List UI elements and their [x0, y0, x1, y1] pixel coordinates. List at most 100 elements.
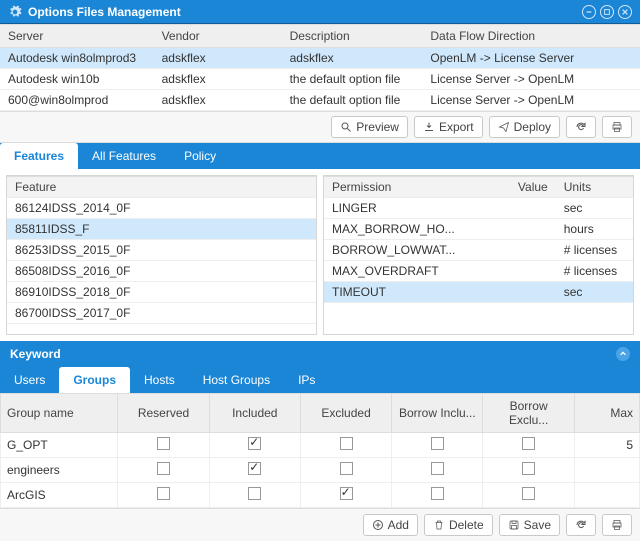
checkbox[interactable]: [157, 462, 170, 475]
cell: [300, 458, 391, 483]
cell: [494, 261, 556, 282]
group-row[interactable]: ArcGIS: [1, 483, 640, 508]
column-header[interactable]: Borrow Exclu...: [483, 394, 574, 433]
column-header[interactable]: Excluded: [300, 394, 391, 433]
keyword-section-header[interactable]: Keyword: [0, 341, 640, 367]
collapse-icon[interactable]: [616, 347, 630, 361]
permissions-panel: PermissionValueUnits LINGERsecMAX_BORROW…: [323, 175, 634, 335]
checkbox[interactable]: [157, 437, 170, 450]
cell: [494, 219, 556, 240]
print-button[interactable]: [602, 116, 632, 138]
permission-row[interactable]: MAX_OVERDRAFT# licenses: [324, 261, 633, 282]
feature-row[interactable]: 86700IDSS_2017_0F: [7, 303, 316, 324]
column-header[interactable]: Permission: [324, 177, 494, 198]
cell: [483, 483, 574, 508]
tab-hosts[interactable]: Hosts: [130, 367, 189, 393]
checkbox[interactable]: [340, 462, 353, 475]
feature-tabs: FeaturesAll FeaturesPolicy: [0, 143, 640, 169]
main-toolbar: Preview Export Deploy: [0, 112, 640, 143]
feature-cell: 85811IDSS_F: [7, 219, 316, 240]
checkbox[interactable]: [340, 487, 353, 500]
column-header[interactable]: Max: [574, 394, 639, 433]
checkbox[interactable]: [340, 437, 353, 450]
column-header[interactable]: Reserved: [118, 394, 209, 433]
permission-row[interactable]: MAX_BORROW_HO...hours: [324, 219, 633, 240]
cell: [494, 282, 556, 303]
feature-row[interactable]: 86910IDSS_2018_0F: [7, 282, 316, 303]
print-button-bottom[interactable]: [602, 514, 632, 536]
cell: [209, 458, 300, 483]
tab-ips[interactable]: IPs: [284, 367, 329, 393]
group-name-cell: G_OPT: [1, 433, 118, 458]
tab-features[interactable]: Features: [0, 143, 78, 169]
close-button[interactable]: [618, 5, 632, 19]
save-button[interactable]: Save: [499, 514, 560, 536]
tab-users[interactable]: Users: [0, 367, 59, 393]
permission-row[interactable]: LINGERsec: [324, 198, 633, 219]
servers-table[interactable]: ServerVendorDescriptionData Flow Directi…: [0, 24, 640, 48]
refresh-button[interactable]: [566, 116, 596, 138]
feature-row[interactable]: 86508IDSS_2016_0F: [7, 261, 316, 282]
checkbox[interactable]: [522, 462, 535, 475]
checkbox[interactable]: [431, 487, 444, 500]
window-title: Options Files Management: [28, 5, 181, 19]
cell: 600@win8olmprod: [0, 90, 154, 111]
max-cell: [574, 483, 639, 508]
column-header[interactable]: Group name: [1, 394, 118, 433]
cell: TIMEOUT: [324, 282, 494, 303]
group-row[interactable]: engineers: [1, 458, 640, 483]
checkbox[interactable]: [522, 487, 535, 500]
column-header[interactable]: Server: [0, 25, 154, 48]
checkbox[interactable]: [248, 487, 261, 500]
column-header[interactable]: Data Flow Direction: [422, 25, 640, 48]
cell: BORROW_LOWWAT...: [324, 240, 494, 261]
checkbox[interactable]: [248, 437, 261, 450]
checkbox[interactable]: [522, 437, 535, 450]
permission-row[interactable]: BORROW_LOWWAT...# licenses: [324, 240, 633, 261]
column-header[interactable]: Borrow Inclu...: [392, 394, 483, 433]
checkbox[interactable]: [431, 437, 444, 450]
minimize-button[interactable]: [582, 5, 596, 19]
server-row[interactable]: 600@win8olmprodadskflexthe default optio…: [0, 90, 640, 111]
column-header[interactable]: Included: [209, 394, 300, 433]
column-header[interactable]: Description: [282, 25, 423, 48]
maximize-button[interactable]: [600, 5, 614, 19]
feature-row[interactable]: 86124IDSS_2014_0F: [7, 198, 316, 219]
server-row[interactable]: Autodesk win8olmprod3adskflexadskflexOpe…: [0, 48, 640, 69]
checkbox[interactable]: [431, 462, 444, 475]
cell: adskflex: [154, 48, 282, 69]
features-header[interactable]: Feature: [7, 177, 316, 198]
tab-host-groups[interactable]: Host Groups: [189, 367, 284, 393]
permission-row[interactable]: TIMEOUTsec: [324, 282, 633, 303]
tab-groups[interactable]: Groups: [59, 367, 130, 393]
cell: OpenLM -> License Server: [422, 48, 640, 69]
preview-button[interactable]: Preview: [331, 116, 408, 138]
add-label: Add: [388, 518, 409, 532]
cell: Autodesk win8olmprod3: [0, 48, 154, 69]
groups-table[interactable]: Group nameReservedIncludedExcludedBorrow…: [0, 393, 640, 508]
cell: [300, 483, 391, 508]
feature-cell: 86124IDSS_2014_0F: [7, 198, 316, 219]
column-header[interactable]: Value: [494, 177, 556, 198]
add-button[interactable]: Add: [363, 514, 418, 536]
feature-row[interactable]: 85811IDSS_F: [7, 219, 316, 240]
tab-all-features[interactable]: All Features: [78, 143, 170, 169]
deploy-button[interactable]: Deploy: [489, 116, 560, 138]
group-row[interactable]: G_OPT5: [1, 433, 640, 458]
cell: [118, 458, 209, 483]
group-name-cell: engineers: [1, 458, 118, 483]
feature-row[interactable]: 86253IDSS_2015_0F: [7, 240, 316, 261]
server-row[interactable]: Autodesk win10badskflexthe default optio…: [0, 69, 640, 90]
column-header[interactable]: Units: [556, 177, 633, 198]
checkbox[interactable]: [248, 462, 261, 475]
download-icon: [423, 121, 435, 133]
cell: MAX_BORROW_HO...: [324, 219, 494, 240]
export-button[interactable]: Export: [414, 116, 483, 138]
tab-policy[interactable]: Policy: [170, 143, 230, 169]
column-header[interactable]: Vendor: [154, 25, 282, 48]
save-label: Save: [524, 518, 551, 532]
plus-icon: [372, 519, 384, 531]
refresh-button-bottom[interactable]: [566, 514, 596, 536]
delete-button[interactable]: Delete: [424, 514, 493, 536]
checkbox[interactable]: [157, 487, 170, 500]
